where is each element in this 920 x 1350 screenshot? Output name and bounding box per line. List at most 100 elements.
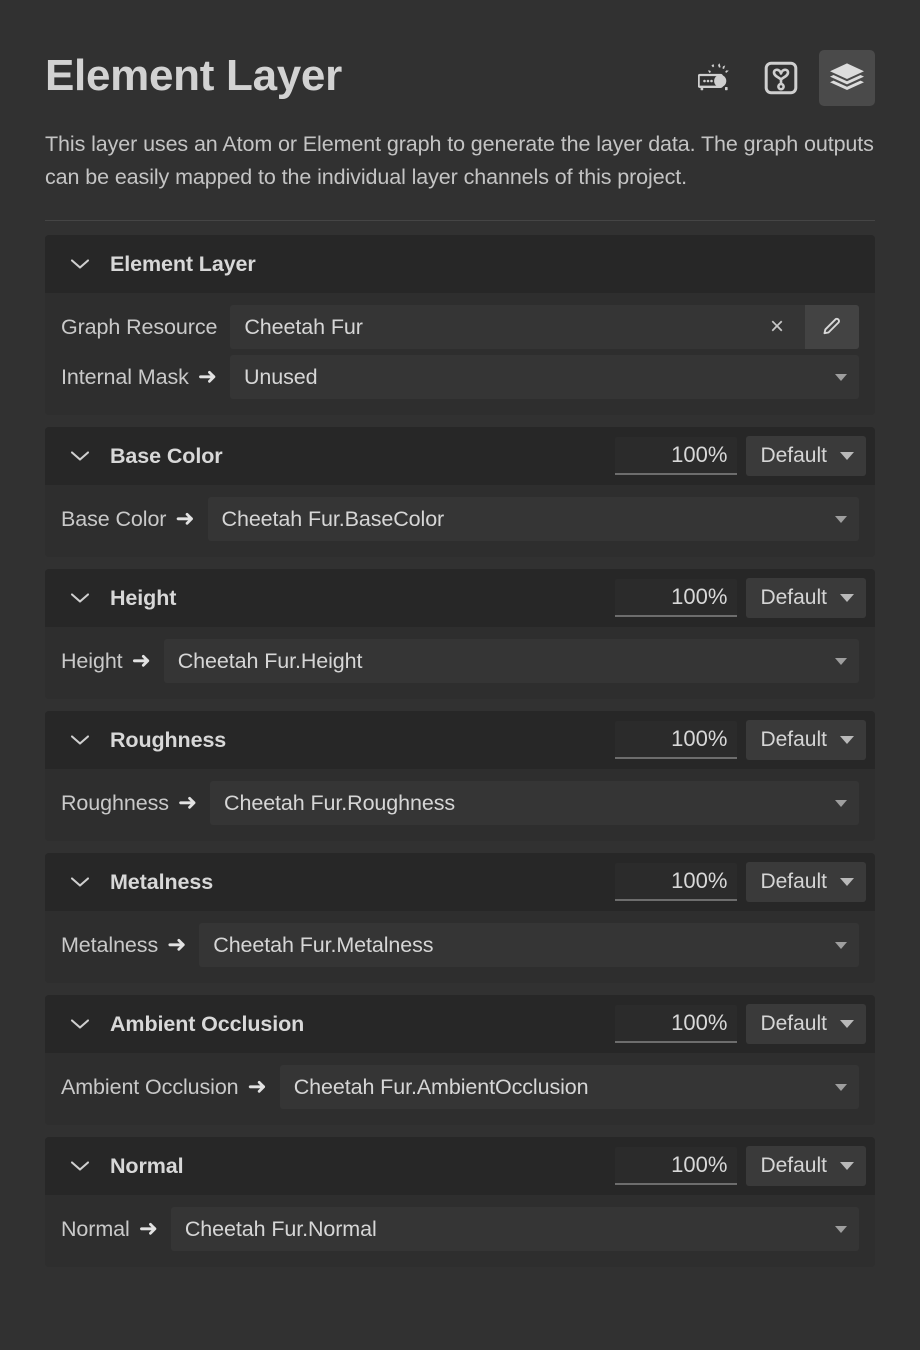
blend-mode-select[interactable]: Default [746,1146,866,1186]
chevron-down-icon[interactable] [67,876,93,888]
chevron-down-icon[interactable] [67,258,93,270]
property-label: Height ➜ [61,648,164,674]
opacity-input[interactable]: 100% [615,1005,738,1043]
property-label-text: Internal Mask [61,364,189,389]
layers-icon-button[interactable] [819,50,875,106]
channel-output-value: Cheetah Fur.Roughness [224,790,456,815]
channel-output-value: Cheetah Fur.AmbientOcclusion [293,1074,589,1099]
property-label-text: Graph Resource [61,314,218,339]
section-title: Normal [110,1153,184,1178]
projector-icon-button[interactable] [687,50,743,106]
channel-output-select[interactable]: Cheetah Fur.Normal [170,1207,859,1251]
chevron-down-icon [840,736,854,744]
chevron-down-icon [835,799,847,807]
opacity-input[interactable]: 100% [615,437,738,475]
opacity-input[interactable]: 100% [615,721,738,759]
chevron-down-icon [840,878,854,886]
property-row: Height ➜ Cheetah Fur.Height [61,639,859,683]
section-header[interactable]: Element Layer [45,235,875,293]
section-title: Roughness [110,727,227,752]
property-label: Ambient Occlusion ➜ [61,1072,280,1100]
chevron-down-icon [835,657,847,665]
channel-output-value: Unused [243,364,318,389]
section-header[interactable]: Base Color 100% Default [45,427,875,485]
blend-mode-select[interactable]: Default [746,720,866,760]
property-row: Metalness ➜ Cheetah Fur.Metalness [61,923,859,967]
section-title: Metalness [110,869,214,894]
blend-mode-value: Default [760,444,827,467]
channel-output-value: Cheetah Fur.Metalness [213,932,434,957]
panel-description: This layer uses an Atom or Element graph… [45,132,874,189]
property-label-text: Base Color [61,506,167,531]
channel-output-select[interactable]: Cheetah Fur.AmbientOcclusion [279,1065,859,1109]
channel-output-value: Cheetah Fur.Height [177,648,363,673]
page-title: Element Layer [45,51,342,100]
section-body: Base Color ➜ Cheetah Fur.BaseColor [45,485,875,557]
layer-section: Element Layer Graph Resource Cheetah Fur × I… [45,235,875,415]
property-label: Graph Resource [61,315,230,340]
blend-mode-select[interactable]: Default [746,436,866,476]
chevron-down-icon [840,1020,854,1028]
graph-resource-field[interactable]: Cheetah Fur × [230,305,859,349]
opacity-input[interactable]: 100% [615,1147,738,1185]
channel-output-value: Cheetah Fur.Normal [184,1216,377,1241]
header-divider [45,220,875,221]
section-title: Base Color [110,443,223,468]
blend-mode-value: Default [760,728,827,751]
property-row: Graph Resource Cheetah Fur × [61,305,859,349]
projector-icon [698,63,732,93]
blend-mode-value: Default [760,1012,827,1035]
close-icon[interactable]: × [757,305,797,349]
channel-output-select[interactable]: Unused [229,355,859,399]
header-icon-group [687,47,875,106]
blend-mode-select[interactable]: Default [746,578,866,618]
section-header[interactable]: Ambient Occlusion 100% Default [45,995,875,1053]
section-body: Normal ➜ Cheetah Fur.Normal [45,1195,875,1267]
layer-section: Normal 100% Default Normal ➜ Cheetah Fur.Norm… [45,1137,875,1267]
section-body: Roughness ➜ Cheetah Fur.Roughness [45,769,875,841]
chevron-down-icon[interactable] [67,1018,93,1030]
blend-mode-value: Default [760,1154,827,1177]
chevron-down-icon [840,594,854,602]
property-label-text: Roughness [61,790,169,815]
layer-section: Roughness 100% Default Roughness ➜ Cheetah Fu… [45,711,875,841]
blend-mode-select[interactable]: Default [746,862,866,902]
chevron-down-icon[interactable] [67,734,93,746]
channel-output-select[interactable]: Cheetah Fur.Metalness [199,923,859,967]
arrow-right-icon: ➜ [197,362,217,389]
chevron-down-icon[interactable] [67,1160,93,1172]
opacity-input[interactable]: 100% [615,863,738,901]
section-header[interactable]: Metalness 100% Default [45,853,875,911]
property-label: Normal ➜ [61,1216,171,1242]
opacity-input[interactable]: 100% [615,579,738,617]
chevron-down-icon[interactable] [67,592,93,604]
blend-mode-select[interactable]: Default [746,1004,866,1044]
property-label: Internal Mask ➜ [61,362,230,390]
property-label: Roughness ➜ [61,790,210,816]
section-title: Element Layer [110,251,256,276]
element-layer-panel: Element Layer This layer uses an Atom or… [0,0,920,1350]
channel-output-select[interactable]: Cheetah Fur.Roughness [210,781,859,825]
property-row: Internal Mask ➜ Unused [61,355,859,399]
channel-output-value: Cheetah Fur.BaseColor [221,506,445,531]
section-title: Height [110,585,177,610]
material-icon-button[interactable] [753,50,809,106]
section-header[interactable]: Height 100% Default [45,569,875,627]
layer-section: Height 100% Default Height ➜ Cheetah Fur.Heig… [45,569,875,699]
channel-output-select[interactable]: Cheetah Fur.BaseColor [207,497,859,541]
edit-pencil-icon[interactable] [805,305,859,349]
chevron-down-icon[interactable] [67,450,93,462]
property-row: Ambient Occlusion ➜ Cheetah Fur.AmbientOcc… [61,1065,859,1109]
chevron-down-icon [840,452,854,460]
chevron-down-icon [835,1225,847,1233]
panel-header: Element Layer [45,0,875,106]
channel-output-select[interactable]: Cheetah Fur.Height [163,639,859,683]
chevron-down-icon [835,515,847,523]
graph-resource-value: Cheetah Fur [244,314,363,339]
blend-mode-value: Default [760,586,827,609]
section-body: Ambient Occlusion ➜ Cheetah Fur.AmbientOcc… [45,1053,875,1125]
section-title: Ambient Occlusion [110,1011,305,1036]
section-header[interactable]: Roughness 100% Default [45,711,875,769]
section-header[interactable]: Normal 100% Default [45,1137,875,1195]
arrow-right-icon: ➜ [247,1072,267,1099]
